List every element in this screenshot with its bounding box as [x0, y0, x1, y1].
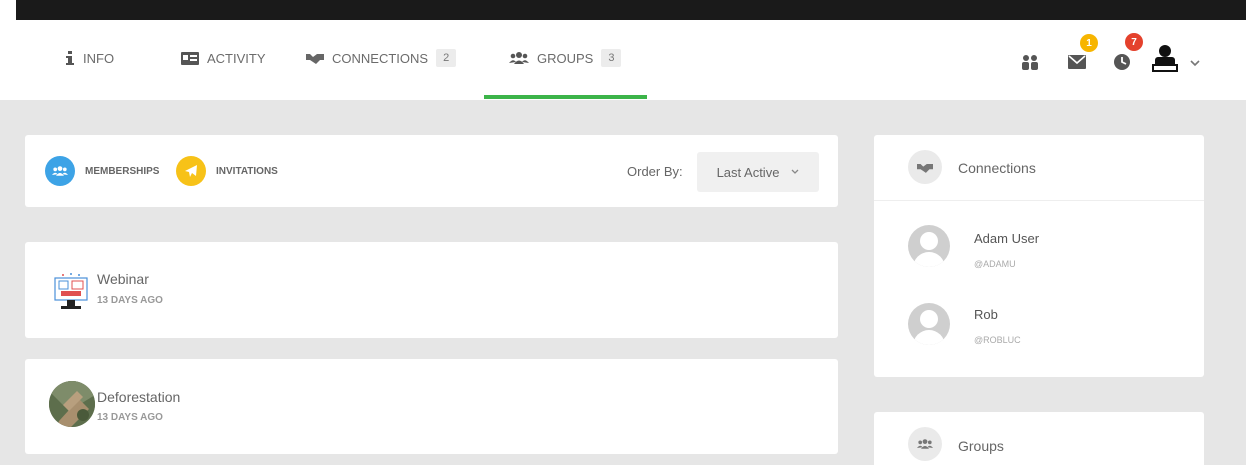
users-icon — [509, 52, 529, 64]
members-icon[interactable] — [1020, 54, 1040, 75]
tab-info[interactable]: INFO — [65, 46, 114, 70]
active-tab-indicator — [484, 95, 647, 99]
avatar[interactable] — [908, 225, 950, 267]
group-name[interactable]: Deforestation — [97, 389, 180, 405]
webinar-icon — [51, 270, 91, 312]
memberships-icon — [45, 156, 75, 186]
tab-groups[interactable]: GROUPS 3 — [509, 46, 622, 70]
chevron-down-icon — [791, 169, 799, 175]
tab-activity[interactable]: ACTIVITY — [181, 46, 266, 70]
member-name[interactable]: Adam User — [974, 231, 1039, 246]
deforestation-photo — [49, 381, 95, 427]
member-name[interactable]: Rob — [974, 307, 998, 322]
tab-connections[interactable]: CONNECTIONS 2 — [306, 46, 457, 70]
connections-count: 2 — [436, 49, 457, 67]
notifications-button[interactable] — [1113, 53, 1131, 76]
memberships-filter[interactable]: MEMBERSHIPS — [45, 156, 159, 186]
clock-icon — [1113, 54, 1131, 75]
groups-widget: Groups — [874, 412, 1204, 465]
member-handle: @ROBLUC — [974, 335, 1021, 345]
group-card[interactable]: Webinar 13 DAYS AGO — [25, 242, 838, 338]
tab-info-label: INFO — [83, 50, 115, 66]
handshake-icon — [908, 150, 942, 184]
tab-groups-label: GROUPS — [537, 50, 594, 66]
paper-plane-icon — [176, 156, 206, 186]
messages-button[interactable] — [1068, 55, 1086, 74]
info-icon — [65, 51, 75, 65]
connections-widget-title: Connections — [958, 160, 1036, 176]
order-by-value: Last Active — [716, 164, 780, 180]
profile-nav-bar: INFO ACTIVITY CONNECTIONS 2 GROUPS 3 1 7 — [0, 0, 1246, 100]
tab-activity-label: ACTIVITY — [207, 50, 266, 66]
group-last-active: 13 DAYS AGO — [97, 295, 163, 306]
group-card[interactable]: Deforestation 13 DAYS AGO — [25, 359, 838, 454]
group-last-active: 13 DAYS AGO — [97, 412, 163, 423]
memberships-label: MEMBERSHIPS — [85, 165, 160, 177]
connections-widget: Connections Adam User @ADAMU Rob @ROBLUC — [874, 135, 1204, 377]
users-icon — [908, 427, 942, 461]
notifications-badge: 7 — [1125, 33, 1143, 51]
handshake-icon — [306, 52, 324, 64]
member-handle: @ADAMU — [974, 259, 1016, 269]
group-name[interactable]: Webinar — [97, 271, 149, 287]
tab-connections-label: CONNECTIONS — [332, 50, 429, 66]
messages-badge: 1 — [1080, 34, 1098, 52]
order-by-label: Order By: — [627, 164, 683, 179]
cover-strip — [16, 0, 1246, 20]
groups-widget-title: Groups — [958, 438, 1004, 454]
groups-count: 3 — [601, 49, 622, 67]
invitations-label: INVITATIONS — [216, 165, 278, 177]
user-avatar-icon — [1152, 45, 1178, 76]
id-card-icon — [181, 51, 199, 65]
user-account-menu[interactable] — [1152, 44, 1178, 77]
widget-divider — [874, 200, 1204, 201]
invitations-filter[interactable]: INVITATIONS — [176, 156, 278, 186]
envelope-icon — [1068, 55, 1086, 73]
chevron-down-icon[interactable] — [1190, 54, 1200, 72]
avatar[interactable] — [908, 303, 950, 345]
order-by-select[interactable]: Last Active — [697, 152, 819, 192]
